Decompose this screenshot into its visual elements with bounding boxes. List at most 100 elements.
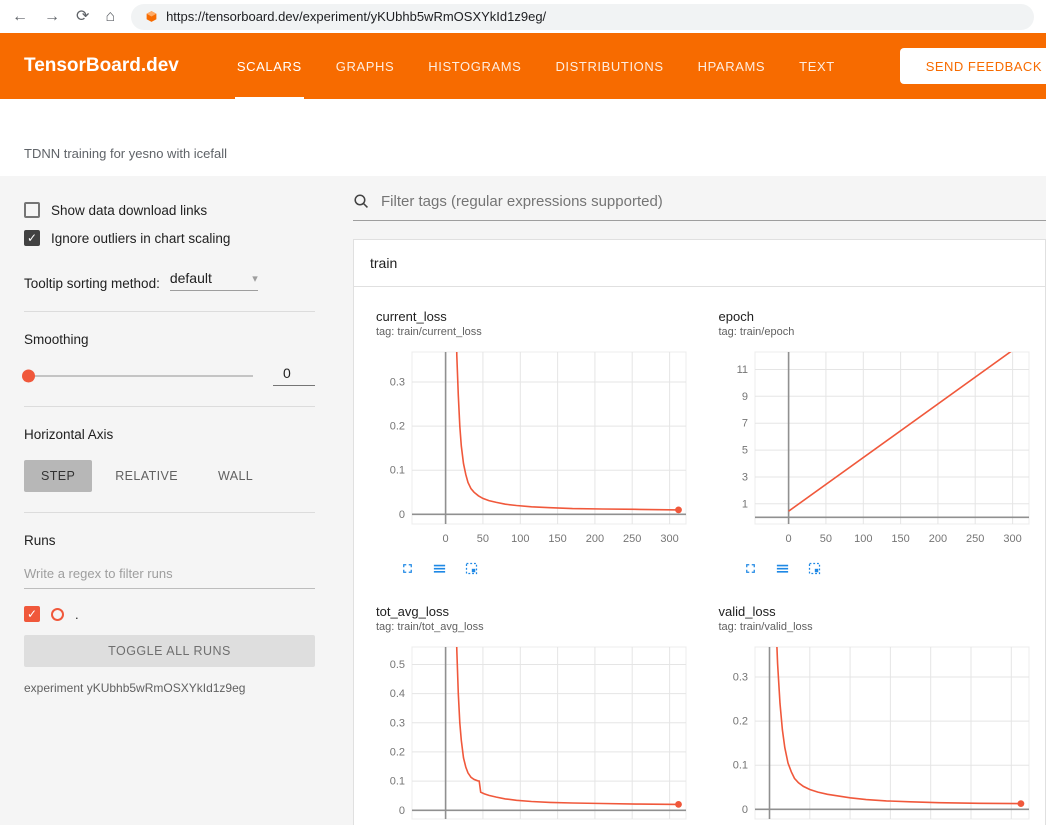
horizontal-axis-label: Horizontal Axis — [24, 427, 315, 442]
content: Show data download links Ignore outliers… — [0, 176, 1046, 825]
svg-text:0.3: 0.3 — [390, 377, 405, 389]
filter-tags-input[interactable] — [379, 192, 1046, 211]
checkbox-checked-icon[interactable] — [24, 230, 40, 246]
chart-canvas[interactable]: 00.10.20.350100150200250300 — [705, 639, 1039, 825]
forward-icon[interactable]: → — [44, 9, 60, 25]
svg-text:0.2: 0.2 — [390, 421, 405, 433]
divider — [24, 512, 315, 513]
svg-text:9: 9 — [741, 391, 747, 403]
chart-card: current_loss tag: train/current_loss 0 0.… — [362, 295, 699, 576]
show-download-links-checkbox-row[interactable]: Show data download links — [24, 202, 315, 218]
chart-canvas[interactable]: 00.10.20.30.40.5050100150200250300 — [362, 639, 696, 825]
svg-text:250: 250 — [966, 533, 984, 545]
fullscreen-icon[interactable] — [400, 561, 415, 576]
fit-domain-icon[interactable] — [807, 561, 822, 576]
tab-distributions[interactable]: DISTRIBUTIONS — [553, 33, 665, 99]
runs-filter-input[interactable] — [24, 566, 315, 589]
chart-toolbar — [743, 561, 1042, 576]
experiment-id-note: experiment yKUbhb5wRmOSXYkId1z9eg — [24, 681, 315, 695]
home-icon[interactable]: ⌂ — [105, 9, 115, 25]
fit-domain-icon[interactable] — [464, 561, 479, 576]
chart-tag: tag: train/valid_loss — [719, 621, 1042, 633]
tab-hparams[interactable]: HPARAMS — [696, 33, 768, 99]
fullscreen-icon[interactable] — [743, 561, 758, 576]
checkbox-unchecked-icon[interactable] — [24, 202, 40, 218]
experiment-title: TDNN training for yesno with icefall — [24, 146, 227, 161]
chart-title: epoch — [719, 309, 1042, 324]
main-panel: train current_loss tag: train/current_lo… — [345, 176, 1046, 825]
tab-scalars[interactable]: SCALARS — [235, 33, 304, 99]
chart-plot[interactable]: 00.10.20.30.40.5050100150200250300 — [362, 639, 699, 825]
svg-text:50: 50 — [477, 533, 489, 545]
svg-text:0: 0 — [399, 805, 405, 817]
address-bar[interactable]: https://tensorboard.dev/experiment/yKUbh… — [131, 4, 1034, 30]
ignore-outliers-checkbox-row[interactable]: Ignore outliers in chart scaling — [24, 230, 315, 246]
svg-text:100: 100 — [511, 533, 529, 545]
nav-tabs: SCALARS GRAPHS HISTOGRAMS DISTRIBUTIONS … — [235, 33, 837, 99]
svg-text:0.5: 0.5 — [390, 659, 405, 671]
run-checkbox-icon[interactable] — [24, 606, 40, 622]
svg-text:0.2: 0.2 — [732, 716, 747, 728]
chart-card: tot_avg_loss tag: train/tot_avg_loss 00.… — [362, 590, 699, 825]
divider — [24, 311, 315, 312]
run-row[interactable]: . — [24, 606, 315, 622]
send-feedback-button[interactable]: SEND FEEDBACK — [900, 48, 1046, 84]
svg-text:0.4: 0.4 — [390, 688, 405, 700]
svg-text:150: 150 — [891, 533, 909, 545]
chart-plot[interactable]: 1357911050100150200250300 — [705, 344, 1042, 555]
svg-text:0: 0 — [399, 509, 405, 521]
chart-title: current_loss — [376, 309, 699, 324]
svg-text:200: 200 — [586, 533, 604, 545]
runs-label: Runs — [24, 533, 315, 548]
svg-text:300: 300 — [1003, 533, 1021, 545]
smoothing-value-input[interactable] — [273, 365, 315, 386]
chart-canvas[interactable]: 0 0.1 0.2 0.3 0 50 100 150 200 250 300 — [362, 344, 696, 550]
data-table-icon[interactable] — [432, 561, 447, 576]
reload-icon[interactable]: ⟳ — [76, 9, 89, 25]
axis-wall-button[interactable]: WALL — [201, 460, 270, 492]
toggle-all-runs-button[interactable]: TOGGLE ALL RUNS — [24, 635, 315, 667]
subheader: TDNN training for yesno with icefall — [0, 99, 1046, 176]
chart-toolbar — [400, 561, 699, 576]
svg-text:3: 3 — [741, 472, 747, 484]
svg-text:0.2: 0.2 — [390, 746, 405, 758]
axis-step-button[interactable]: STEP — [24, 460, 92, 492]
chart-tag: tag: train/epoch — [719, 326, 1042, 338]
smoothing-slider-thumb[interactable] — [22, 369, 35, 382]
back-icon[interactable]: ← — [12, 9, 28, 25]
chart-card: epoch tag: train/epoch 13579110501001502… — [705, 295, 1042, 576]
svg-text:300: 300 — [660, 533, 678, 545]
smoothing-slider[interactable] — [24, 375, 253, 377]
svg-text:100: 100 — [854, 533, 872, 545]
svg-text:0: 0 — [443, 533, 449, 545]
chart-tag: tag: train/tot_avg_loss — [376, 621, 699, 633]
data-table-icon[interactable] — [775, 561, 790, 576]
svg-text:0.3: 0.3 — [732, 672, 747, 684]
tab-histograms[interactable]: HISTOGRAMS — [426, 33, 523, 99]
svg-text:7: 7 — [741, 418, 747, 430]
run-color-circle-icon — [51, 608, 64, 621]
tooltip-sorting-label: Tooltip sorting method: — [24, 276, 160, 291]
svg-text:150: 150 — [548, 533, 566, 545]
chart-plot[interactable]: 00.10.20.350100150200250300 — [705, 639, 1042, 825]
settings-sidebar: Show data download links Ignore outliers… — [0, 176, 345, 825]
chart-card: valid_loss tag: train/valid_loss 00.10.2… — [705, 590, 1042, 825]
tab-text[interactable]: TEXT — [797, 33, 837, 99]
svg-text:0.1: 0.1 — [390, 465, 405, 477]
charts-grid: current_loss tag: train/current_loss 0 0.… — [354, 287, 1045, 825]
axis-relative-button[interactable]: RELATIVE — [98, 460, 195, 492]
tooltip-sorting-value: default — [170, 270, 212, 286]
svg-text:250: 250 — [623, 533, 641, 545]
svg-text:0: 0 — [741, 804, 747, 816]
tooltip-sorting-select[interactable]: default ▾ — [170, 270, 258, 291]
site-favicon-icon — [145, 10, 158, 23]
group-header-train[interactable]: train — [354, 240, 1045, 287]
svg-text:1: 1 — [741, 498, 747, 510]
tab-graphs[interactable]: GRAPHS — [334, 33, 397, 99]
chart-plot[interactable]: 0 0.1 0.2 0.3 0 50 100 150 200 250 300 — [362, 344, 699, 555]
app-header: TensorBoard.dev SCALARS GRAPHS HISTOGRAM… — [0, 33, 1046, 99]
chart-canvas[interactable]: 1357911050100150200250300 — [705, 344, 1039, 550]
smoothing-label: Smoothing — [24, 332, 315, 347]
ignore-outliers-label: Ignore outliers in chart scaling — [51, 231, 230, 246]
chart-tag: tag: train/current_loss — [376, 326, 699, 338]
